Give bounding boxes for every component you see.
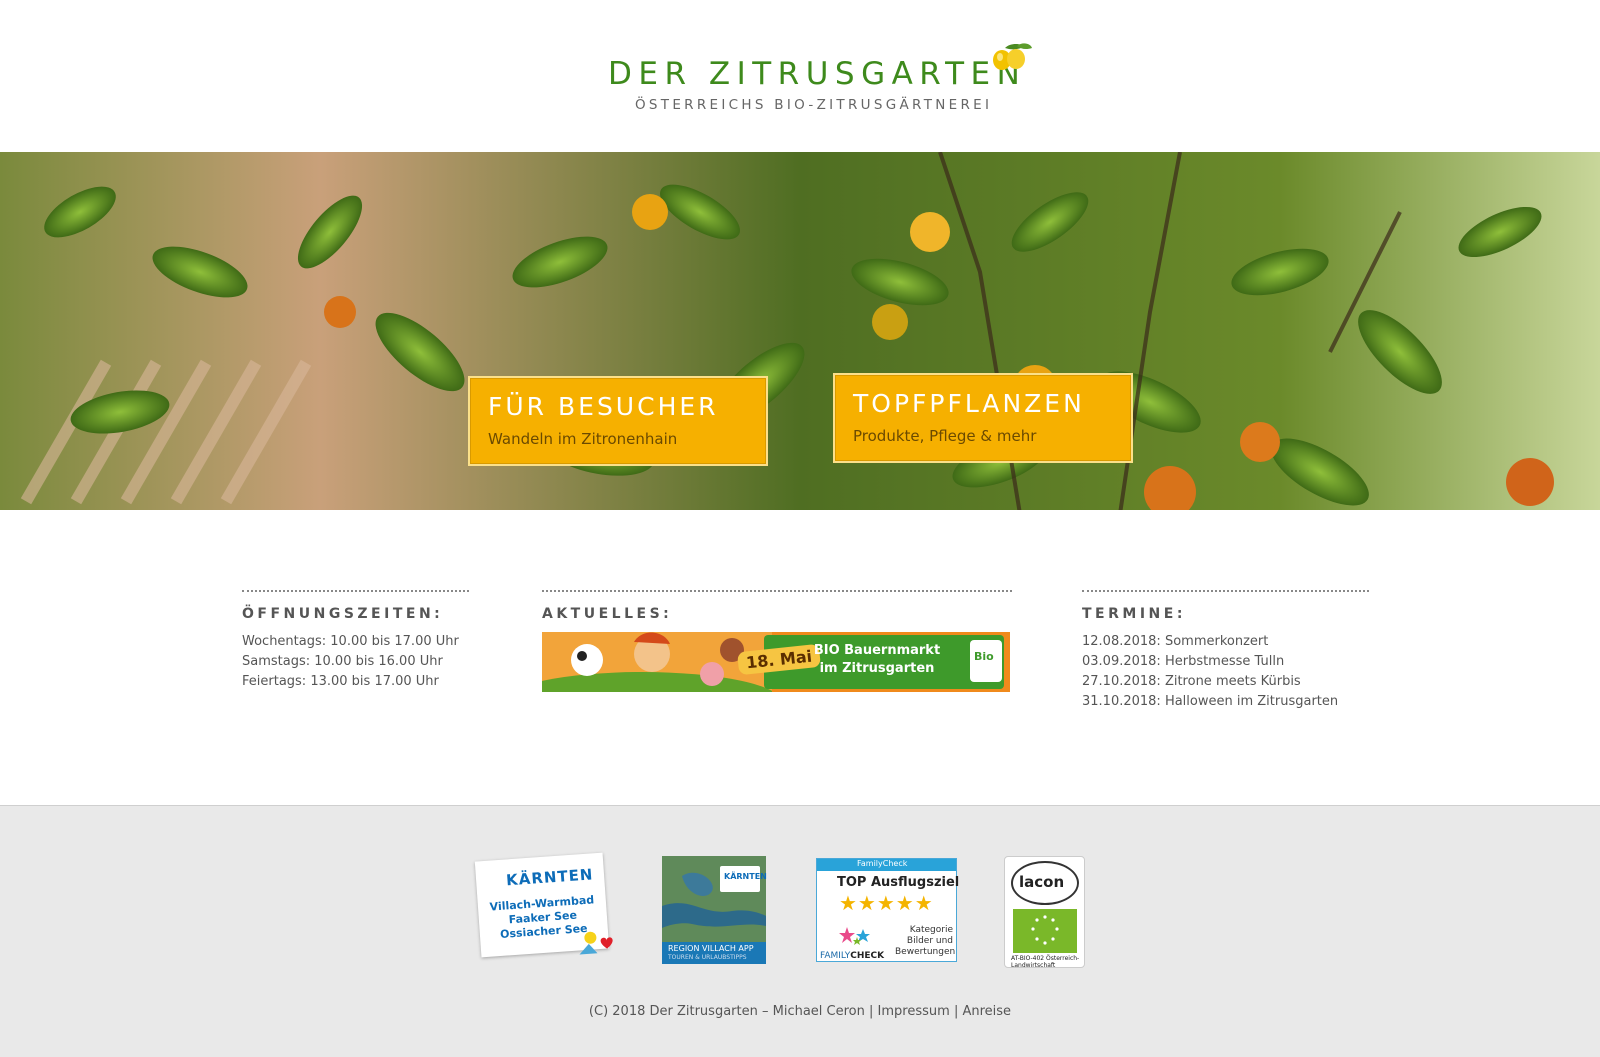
hours-line: Feiertags: 13.00 bis 17.00 Uhr bbox=[242, 674, 439, 689]
banner-line-2: im Zitrusgarten bbox=[819, 661, 935, 676]
cta-besucher-title: FÜR BESUCHER bbox=[488, 392, 719, 421]
divider bbox=[542, 590, 1012, 592]
kaernten-logo-text: KÄRNTEN bbox=[724, 872, 767, 881]
cta-topfpflanzen-button[interactable]: TOPFPFLANZEN Produkte, Pflege & mehr bbox=[833, 373, 1133, 463]
familycheck-title: TOP Ausflugsziel bbox=[837, 875, 960, 890]
hours-line: Samstags: 10.00 bis 16.00 Uhr bbox=[242, 654, 443, 669]
app-title: REGION VILLACH APP bbox=[668, 944, 754, 953]
lacon-code: AT-BIO-402 Österreich-Landwirtschaft bbox=[1011, 955, 1080, 969]
kaernten-logo: KÄRNTEN bbox=[505, 865, 594, 890]
bauernmarkt-banner[interactable]: 18. Mai BIO Bauernmarkt im Zitrusgarten … bbox=[542, 632, 1010, 692]
star-rating-icon: ★★★★★ bbox=[839, 891, 934, 915]
familycheck-brand: FAMILYCHECK bbox=[820, 951, 884, 961]
anreise-link[interactable]: Anreise bbox=[962, 1004, 1011, 1019]
banner-text: BIO Bauernmarkt im Zitrusgarten bbox=[792, 642, 962, 678]
event-item: 27.10.2018: Zitrone meets Kürbis bbox=[1082, 674, 1301, 689]
event-item: 31.10.2018: Halloween im Zitrusgarten bbox=[1082, 694, 1339, 709]
events-section: TERMINE: 12.08.2018: Sommerkonzert 03.09… bbox=[1082, 590, 1369, 712]
region-villach-app-badge[interactable]: KÄRNTEN REGION VILLACH APP TOUREN & URLA… bbox=[662, 856, 767, 964]
site-header: DER ZITRUSGARTEN ÖSTERREICHS BIO-ZITRUSG… bbox=[0, 0, 1600, 150]
familycheck-brand-b: CHECK bbox=[850, 951, 885, 961]
site-subtitle: ÖSTERREICHS BIO-ZITRUSGÄRTNEREI bbox=[635, 97, 993, 113]
events-heading: TERMINE: bbox=[1082, 606, 1186, 622]
impressum-link[interactable]: Impressum bbox=[878, 1004, 950, 1019]
copyright-text: (C) 2018 Der Zitrusgarten – Michael Cero… bbox=[588, 1004, 865, 1019]
familycheck-header: FamilyCheck bbox=[817, 859, 956, 871]
copyright-line: (C) 2018 Der Zitrusgarten – Michael Cero… bbox=[0, 1004, 1600, 1019]
cta-topfpflanzen-title: TOPFPFLANZEN bbox=[853, 389, 1085, 418]
familycheck-category: Kategorie Bilder und Bewertungen bbox=[895, 925, 956, 957]
familycheck-badge[interactable]: FamilyCheck TOP Ausflugsziel ★★★★★ Kateg… bbox=[816, 858, 960, 962]
event-item: 03.09.2018: Herbstmesse Tulln bbox=[1082, 654, 1285, 669]
cta-topfpflanzen-subtitle: Produkte, Pflege & mehr bbox=[853, 427, 1037, 445]
news-heading: AKTUELLES: bbox=[542, 606, 673, 622]
footer: KÄRNTEN Villach-Warmbad Faaker See Ossia… bbox=[0, 805, 1600, 1057]
stars-cluster-icon bbox=[839, 927, 870, 945]
divider bbox=[242, 590, 469, 592]
eu-organic-leaf-icon bbox=[1013, 909, 1077, 953]
news-section: AKTUELLES: 18. Mai BIO Bauernmarkt im Zi… bbox=[542, 590, 1012, 692]
familycheck-header-text: FamilyCheck bbox=[857, 859, 908, 868]
lemons-icon bbox=[993, 43, 1032, 70]
opening-hours-heading: ÖFFNUNGSZEITEN: bbox=[242, 606, 444, 622]
cta-besucher-button[interactable]: FÜR BESUCHER Wandeln im Zitronenhain bbox=[468, 376, 768, 466]
kaernten-logo-small: KÄRNTEN bbox=[720, 866, 767, 892]
lacon-bio-badge[interactable]: lacon AT-BIO-402 Österreich-Landwirtscha… bbox=[1004, 856, 1085, 969]
bio-label: Bio bbox=[974, 650, 994, 663]
app-subtitle: TOUREN & URLAUBSTIPPS bbox=[668, 954, 747, 961]
eu-stars-icon bbox=[1031, 915, 1059, 945]
cta-besucher-subtitle: Wandeln im Zitronenhain bbox=[488, 430, 678, 448]
banner-line-1: BIO Bauernmarkt bbox=[813, 643, 941, 658]
site-title[interactable]: DER ZITRUSGARTEN bbox=[608, 56, 1026, 92]
divider bbox=[1082, 590, 1369, 592]
event-item: 12.08.2018: Sommerkonzert bbox=[1082, 634, 1269, 649]
familycheck-brand-a: FAMILY bbox=[820, 951, 851, 961]
lacon-logo: lacon bbox=[1019, 873, 1065, 891]
opening-hours-section: ÖFFNUNGSZEITEN: Wochentags: 10.00 bis 17… bbox=[242, 590, 469, 692]
citrus-tree-photo bbox=[0, 152, 1600, 510]
hours-line: Wochentags: 10.00 bis 17.00 Uhr bbox=[242, 634, 459, 649]
hero-image: FÜR BESUCHER Wandeln im Zitronenhain TOP… bbox=[0, 150, 1600, 512]
sun-heart-icon bbox=[579, 931, 613, 955]
bio-austria-icon: Bio bbox=[970, 640, 1002, 682]
kaernten-region-badge[interactable]: KÄRNTEN Villach-Warmbad Faaker See Ossia… bbox=[474, 852, 613, 958]
separator: | bbox=[953, 1004, 959, 1019]
separator: | bbox=[869, 1004, 874, 1019]
